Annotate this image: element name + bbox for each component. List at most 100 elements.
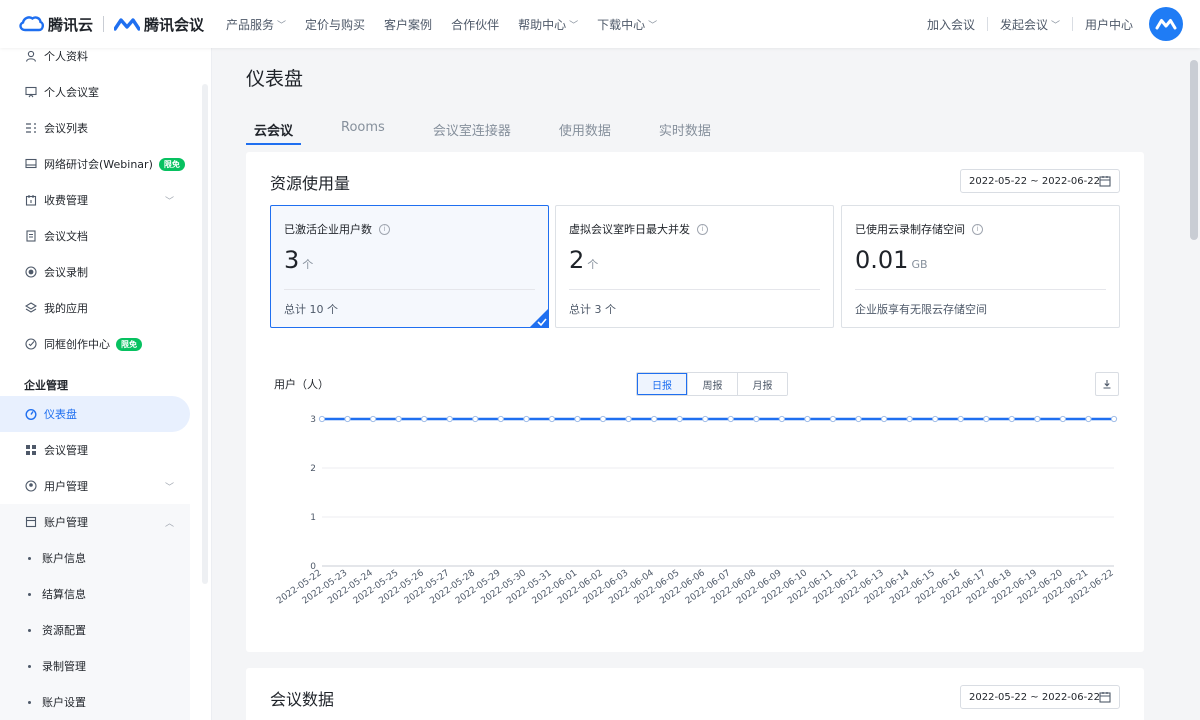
nav-download[interactable]: 下载中心 ﹀ xyxy=(597,16,657,33)
sidebar-item-recording[interactable]: 会议录制 xyxy=(0,254,190,290)
chart-data-point xyxy=(574,415,581,423)
sidebar-subitem-account-info[interactable]: 账户信息 xyxy=(0,540,190,576)
date-range-value: 2022-05-22 ~ 2022-06-22 xyxy=(969,175,1100,187)
sidebar-subitem-resource-config[interactable]: 资源配置 xyxy=(0,612,190,648)
info-icon[interactable]: i xyxy=(972,223,983,235)
stat-value: 0.01 GB xyxy=(855,246,928,274)
sidebar-item-webinar[interactable]: 网络研讨会(Webinar) 限免 xyxy=(0,146,190,182)
monitor-icon xyxy=(24,157,38,171)
nav-actions: 加入会议 发起会议 ﹀ 用户中心 xyxy=(927,0,1200,48)
sidebar-subitem-account-settings[interactable]: 账户设置 xyxy=(0,684,190,720)
chart-data-point xyxy=(421,415,428,423)
stat-divider xyxy=(569,289,820,290)
stat-unit: 个 xyxy=(587,258,599,271)
stat-value: 2个 xyxy=(569,246,598,274)
period-weekly-button[interactable]: 周报 xyxy=(687,373,737,395)
nav-help-label: 帮助中心 xyxy=(518,17,567,32)
stat-number: 2 xyxy=(569,246,585,274)
sidebar-subitem-label: 资源配置 xyxy=(42,624,86,637)
resource-usage-card: 资源使用量 2022-05-22 ~ 2022-06-22 已激活企业用户数 i … xyxy=(246,152,1144,652)
stat-card-active-users[interactable]: 已激活企业用户数 i 3个 总计 10 个 xyxy=(270,205,549,328)
person-icon xyxy=(24,49,38,63)
chevron-down-icon: ﹀ xyxy=(648,20,658,31)
chart-data-point xyxy=(778,415,785,423)
stat-number: 0.01 xyxy=(855,246,909,274)
stat-label-text: 已激活企业用户数 xyxy=(284,223,372,236)
tab-room-connector[interactable]: 会议室连接器 xyxy=(425,120,519,144)
date-range-picker[interactable]: 2022-05-22 ~ 2022-06-22 xyxy=(960,169,1120,193)
sidebar-item-label: 用户管理 xyxy=(44,480,88,493)
date-range-value: 2022-05-22 ~ 2022-06-22 xyxy=(969,691,1100,703)
bullet-dot xyxy=(28,556,31,560)
chart-data-point xyxy=(1008,415,1015,423)
period-monthly-button[interactable]: 月报 xyxy=(737,373,787,395)
sidebar-item-fee-management[interactable]: 收费管理 ﹀ xyxy=(0,182,190,218)
stat-value: 3个 xyxy=(284,246,313,274)
period-daily-button[interactable]: 日报 xyxy=(637,373,687,395)
nav-pricing[interactable]: 定价与购买 xyxy=(305,16,365,33)
chart-data-point xyxy=(548,415,556,423)
download-icon xyxy=(1103,380,1111,389)
sidebar-item-dashboard[interactable]: 仪表盘 xyxy=(0,396,190,432)
chart-data-point xyxy=(472,415,479,423)
dashboard-icon xyxy=(24,407,38,421)
page-scrollbar[interactable] xyxy=(1188,48,1200,720)
sidebar-item-user-management[interactable]: 用户管理 ﹀ xyxy=(0,468,190,504)
nav-divider xyxy=(986,17,988,31)
stat-card-cloud-storage[interactable]: 已使用云录制存储空间 i 0.01 GB 企业版享有无限云存储空间 xyxy=(841,205,1120,328)
chart-data-point xyxy=(523,415,530,423)
sidebar-item-my-apps[interactable]: 我的应用 xyxy=(0,290,190,326)
sidebar-item-meeting-docs[interactable]: 会议文档 xyxy=(0,218,190,254)
tab-rooms[interactable]: Rooms xyxy=(333,120,393,144)
nav-products[interactable]: 产品服务 ﹀ xyxy=(226,16,286,33)
selected-check-icon xyxy=(529,308,549,328)
tab-cloud-meeting[interactable]: 云会议 xyxy=(246,120,302,145)
sidebar-item-creation-center[interactable]: 同框创作中心 限免 xyxy=(0,326,190,362)
download-button[interactable] xyxy=(1095,372,1119,396)
tab-usage-data[interactable]: 使用数据 xyxy=(551,120,619,144)
document-icon xyxy=(24,229,38,243)
user-center-link[interactable]: 用户中心 xyxy=(1085,16,1133,33)
grid-icon xyxy=(24,443,38,457)
sidebar-subitem-billing-info[interactable]: 结算信息 xyxy=(0,576,190,612)
sidebar-scrollbar[interactable] xyxy=(202,84,208,584)
chart-data-point xyxy=(855,415,862,423)
chart-data-point xyxy=(727,415,734,423)
start-meeting-link[interactable]: 发起会议 ﹀ xyxy=(1000,16,1060,33)
stat-label: 已激活企业用户数 i xyxy=(284,221,390,237)
start-meeting-label: 发起会议 xyxy=(999,17,1048,32)
join-meeting-label: 加入会议 xyxy=(926,17,975,32)
nav-cases[interactable]: 客户案例 xyxy=(384,16,432,33)
sidebar-item-profile[interactable]: 个人资料 xyxy=(0,48,190,74)
join-meeting-link[interactable]: 加入会议 xyxy=(927,16,975,33)
sidebar-item-label: 仪表盘 xyxy=(44,408,77,421)
chart-data-point xyxy=(676,415,683,423)
chart-y-tick-label: 3 xyxy=(310,415,316,425)
tab-realtime-data[interactable]: 实时数据 xyxy=(651,120,719,144)
sidebar-item-meeting-management[interactable]: 会议管理 xyxy=(0,432,190,468)
info-icon[interactable]: i xyxy=(379,223,390,235)
nav-partners[interactable]: 合作伙伴 xyxy=(451,16,499,33)
avatar[interactable] xyxy=(1149,7,1183,41)
sidebar-subitem-recording-management[interactable]: 录制管理 xyxy=(0,648,190,684)
sidebar-item-label: 我的应用 xyxy=(44,302,88,315)
meeting-data-title: 会议数据 xyxy=(270,690,335,709)
info-icon[interactable]: i xyxy=(697,223,708,235)
chart-y-tick-label: 1 xyxy=(310,513,316,523)
chart-data-point xyxy=(369,415,377,423)
scrollbar-thumb[interactable] xyxy=(1190,60,1198,240)
stat-unit: GB xyxy=(911,258,928,271)
stat-card-max-concurrency[interactable]: 虚拟会议室昨日最大并发 i 2个 总计 3 个 xyxy=(555,205,834,328)
chart-data-point xyxy=(983,415,990,423)
record-icon xyxy=(24,265,38,279)
nav-help[interactable]: 帮助中心 ﹀ xyxy=(518,16,578,33)
user-line-chart: 01232022-05-222022-05-232022-05-242022-0… xyxy=(275,415,1118,606)
stat-number: 3 xyxy=(284,246,300,274)
sidebar-item-personal-room[interactable]: 个人会议室 xyxy=(0,74,190,110)
sidebar-item-meeting-list[interactable]: 会议列表 xyxy=(0,110,190,146)
chart-data-point xyxy=(1085,415,1092,423)
date-range-picker[interactable]: 2022-05-22 ~ 2022-06-22 xyxy=(960,685,1120,709)
brand[interactable]: 腾讯云 腾讯会议 xyxy=(18,12,204,36)
sidebar-item-account-management[interactable]: 账户管理 ︿ xyxy=(0,504,190,540)
sidebar: 个人资料 个人会议室 会议列表 网络研讨会(Webinar) 限免 收费管理 ﹀… xyxy=(0,48,212,720)
